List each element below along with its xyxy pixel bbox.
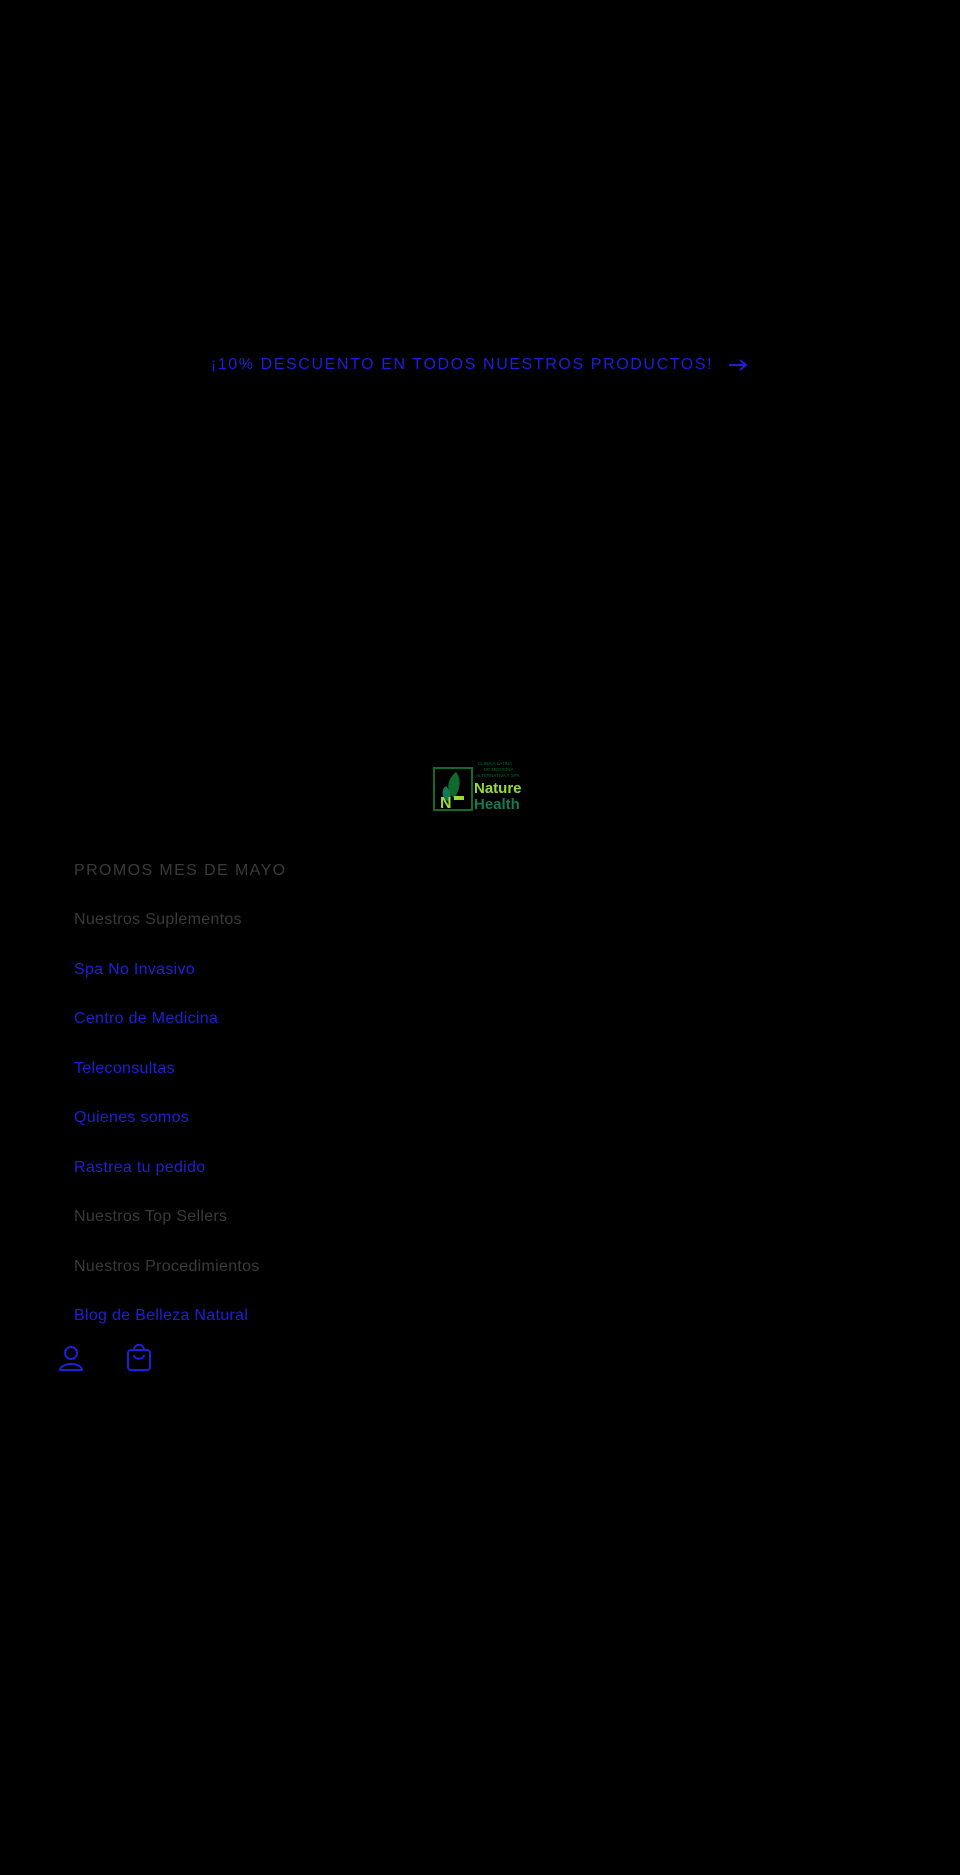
announcement-text: ¡10% DESCUENTO EN TODOS NUESTROS PRODUCT… [210,356,714,373]
menu-link-suplementos[interactable]: Nuestros Suplementos [74,911,242,929]
cart-icon [127,1344,151,1371]
menu-link-medicina[interactable]: Centro de Medicina [74,1010,218,1028]
site-logo[interactable]: N CLÍNICA LATINA DE MEDICINA ALTERNATIVA… [432,760,528,813]
nature-health-logo-icon: N CLÍNICA LATINA DE MEDICINA ALTERNATIVA… [433,760,522,813]
account-button[interactable] [58,1344,84,1372]
menu-item-quienes-somos: Quienes somos [74,1094,574,1144]
svg-text:N: N [440,795,452,812]
menu-link-top-sellers[interactable]: Nuestros Top Sellers [74,1208,227,1226]
svg-text:Nature: Nature [474,780,522,797]
menu-link-teleconsultas[interactable]: Teleconsultas [74,1060,175,1078]
menu-item-promos: PROMOS MES DE MAYO [74,846,574,896]
menu-item-teleconsultas: Teleconsultas [74,1044,574,1094]
menu-item-top-sellers: Nuestros Top Sellers [74,1193,574,1243]
menu-item-suplementos: Nuestros Suplementos [74,896,574,946]
menu-item-rastrea: Rastrea tu pedido [74,1143,574,1193]
svg-text:Health: Health [474,796,520,812]
menu-link-spa[interactable]: Spa No Invasivo [74,961,195,979]
arrow-right-icon [727,358,749,372]
menu-link-blog[interactable]: Blog de Belleza Natural [74,1307,248,1325]
account-icon [58,1346,84,1371]
svg-text:DE MEDICINA: DE MEDICINA [484,767,514,772]
main-menu: PROMOS MES DE MAYO Nuestros Suplementos … [74,846,574,1341]
menu-item-medicina: Centro de Medicina [74,995,574,1045]
cart-button[interactable] [126,1344,152,1372]
menu-link-promos[interactable]: PROMOS MES DE MAYO [74,862,286,880]
menu-item-procedimientos: Nuestros Procedimientos [74,1242,574,1292]
svg-text:ALTERNATIVA Y SPA: ALTERNATIVA Y SPA [476,773,520,778]
announcement-bar: ¡10% DESCUENTO EN TODOS NUESTROS PRODUCT… [0,356,960,374]
menu-link-quienes-somos[interactable]: Quienes somos [74,1109,189,1127]
menu-link-procedimientos[interactable]: Nuestros Procedimientos [74,1258,260,1276]
announcement-link[interactable]: ¡10% DESCUENTO EN TODOS NUESTROS PRODUCT… [211,356,749,374]
menu-item-blog: Blog de Belleza Natural [74,1292,574,1342]
svg-text:CLÍNICA LATINA: CLÍNICA LATINA [478,760,512,766]
menu-item-spa: Spa No Invasivo [74,945,574,995]
menu-link-rastrea[interactable]: Rastrea tu pedido [74,1159,205,1177]
header-icons [58,1344,152,1372]
